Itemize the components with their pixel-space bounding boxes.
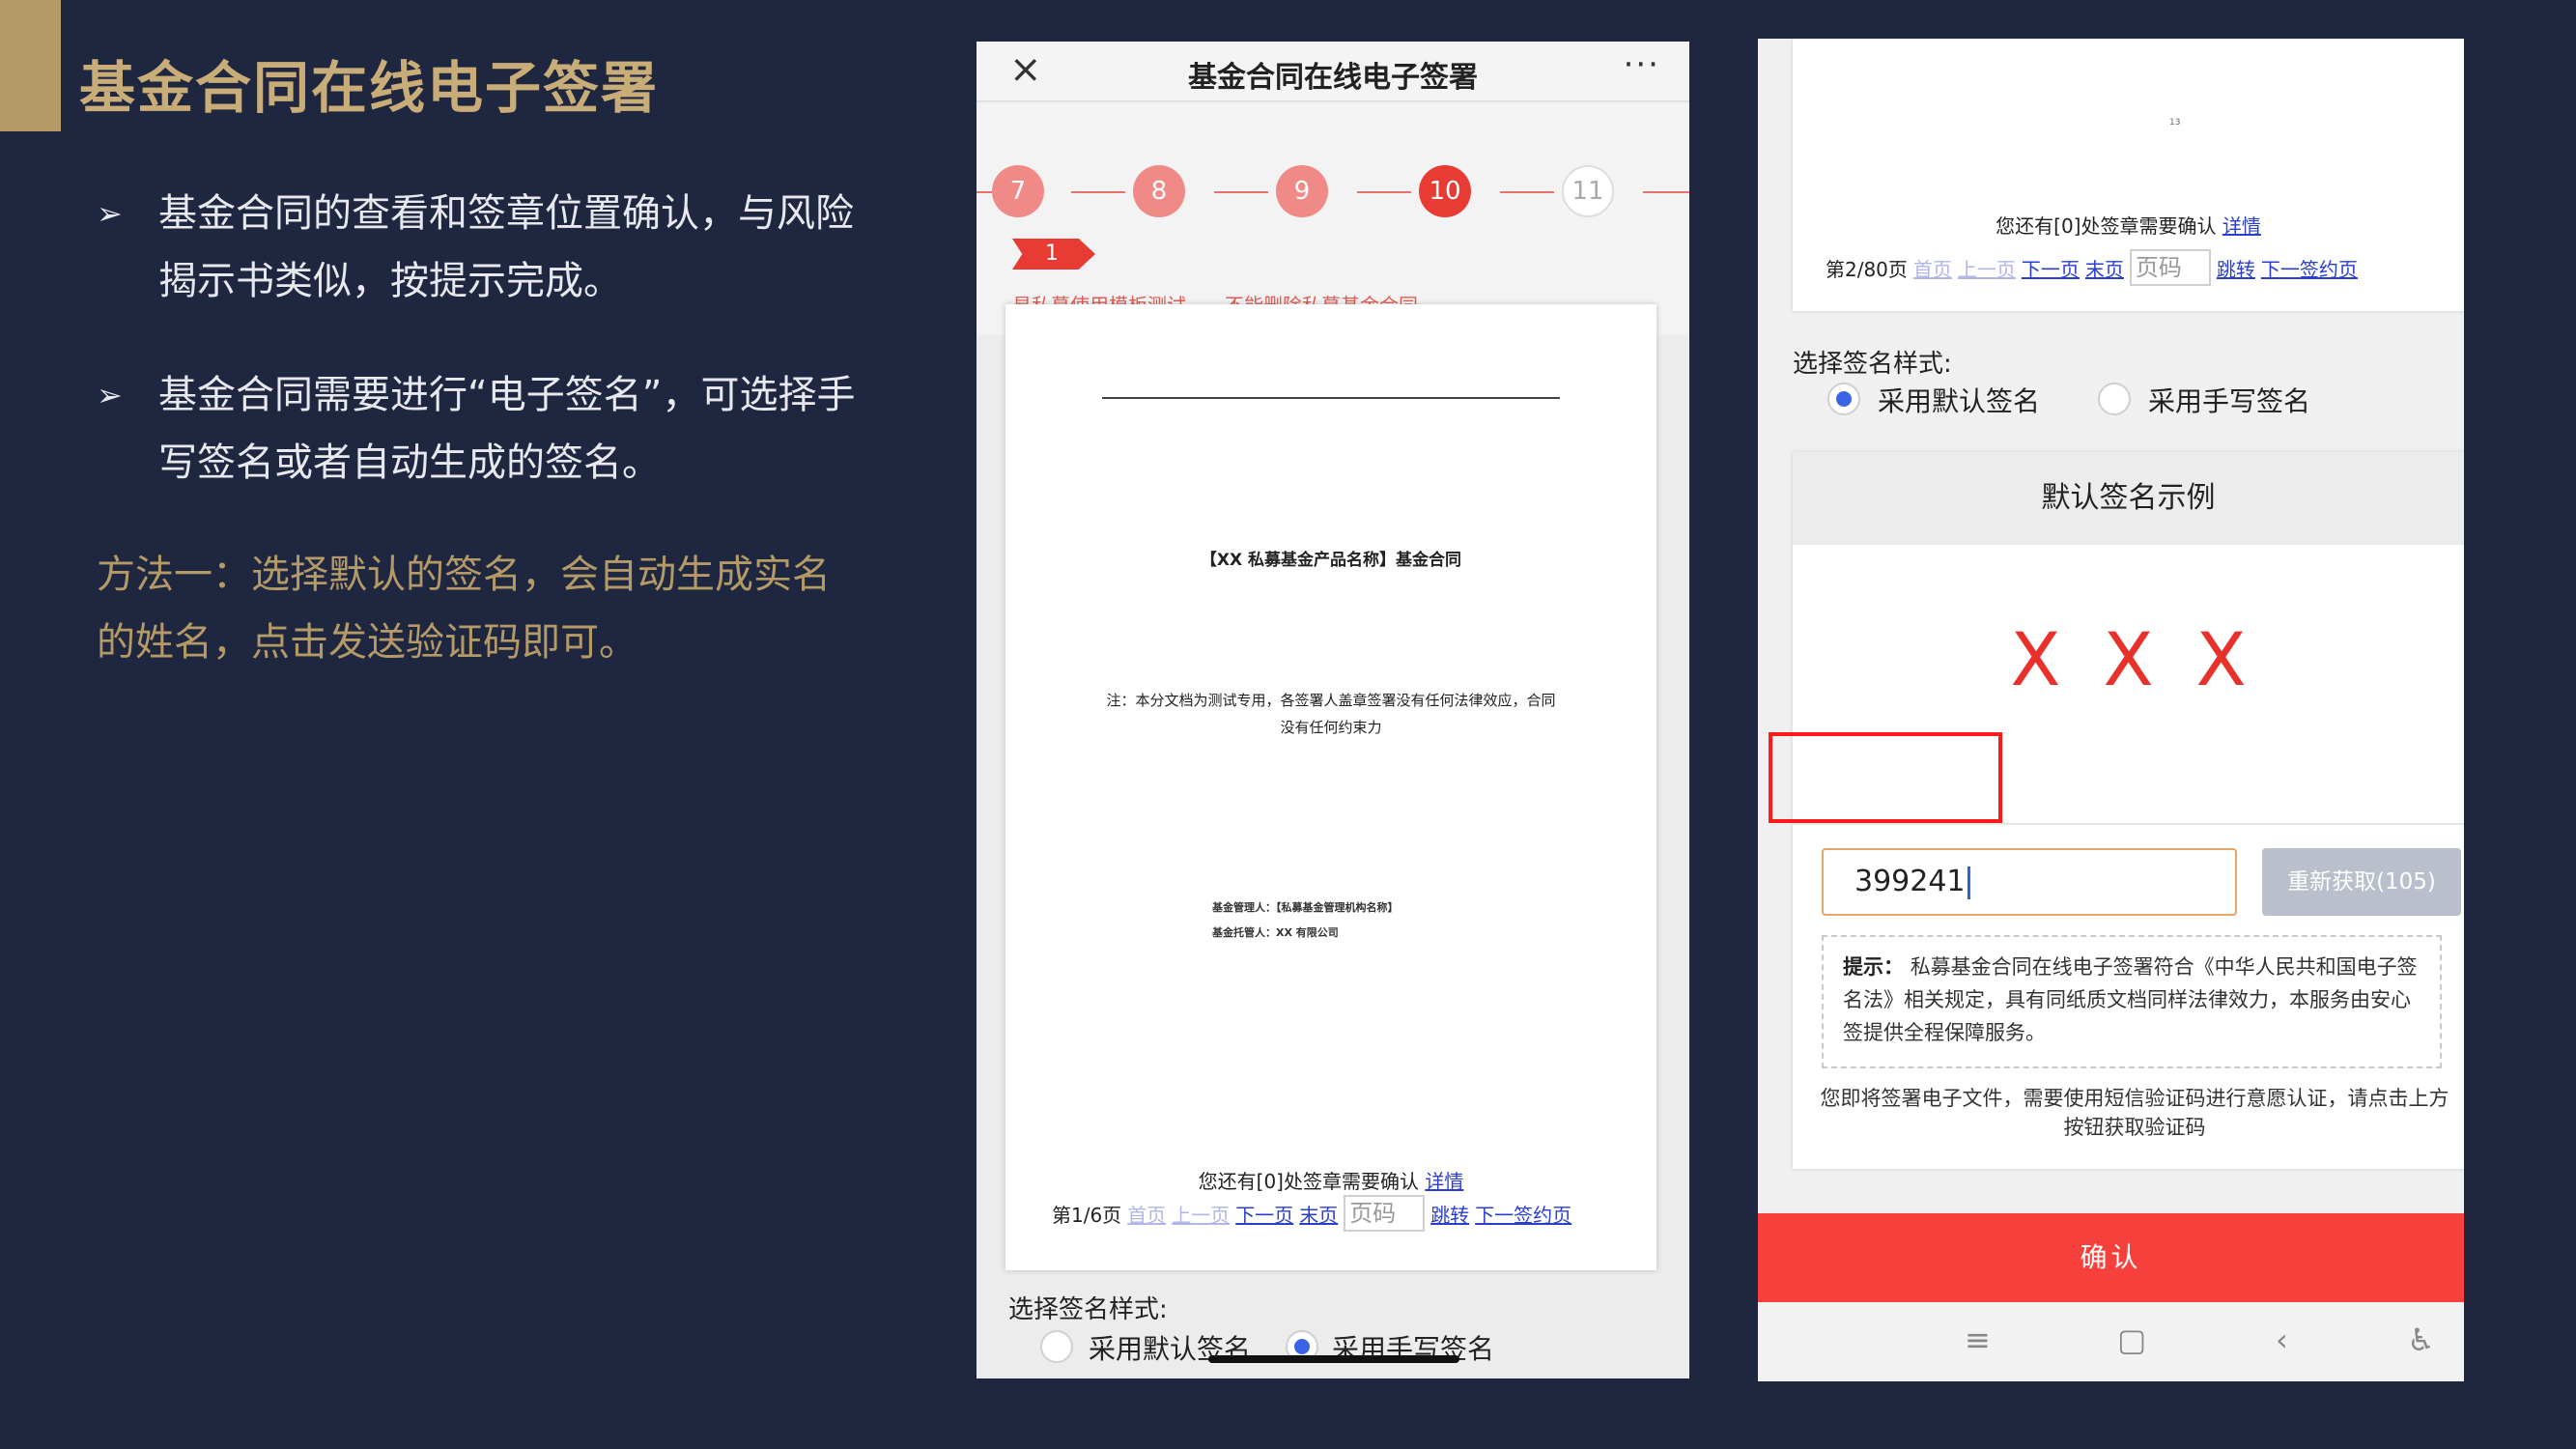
- step-9[interactable]: 9: [1276, 165, 1328, 217]
- confirm-button[interactable]: 确认: [1758, 1213, 2464, 1302]
- remaining-seals-text: 您还有[0]处签章需要确认: [1198, 1170, 1419, 1193]
- next-sign-page-link[interactable]: 下一签约页: [1475, 1200, 1571, 1228]
- signature-style-label: 选择签名样式:: [1008, 1295, 1168, 1324]
- page-number-input[interactable]: 页码: [2129, 249, 2211, 286]
- step-connector: [1071, 191, 1125, 193]
- next-sign-page-link[interactable]: 下一签约页: [2261, 254, 2358, 282]
- bullet-text: 基金合同需要进行“电子签名”，可选择手写签名或者自动生成的签名。: [158, 373, 856, 485]
- doc-page-mark: 13: [2169, 118, 2181, 128]
- jump-link[interactable]: 跳转: [2217, 254, 2255, 282]
- page-indicator: 第1/6页: [1052, 1203, 1122, 1227]
- bullet-item: ➢ 基金合同需要进行“电子签名”，可选择手写签名或者自动生成的签名。: [97, 361, 860, 497]
- doc-custodian: 基金托管人：XX 有限公司: [1212, 926, 1339, 939]
- app-header: × 基金合同在线电子签署 ···: [977, 42, 1689, 101]
- verification-code-input[interactable]: 399241: [1822, 848, 2237, 916]
- step-connector: [977, 191, 992, 193]
- doc-parties: 基金管理人：【私募基金管理机构名称】 基金托管人：XX 有限公司: [1212, 895, 1399, 946]
- verification-code-value: 399241: [1854, 865, 1966, 898]
- last-page-link[interactable]: 末页: [1299, 1200, 1338, 1228]
- first-page-link[interactable]: 首页: [1913, 254, 1952, 282]
- remaining-seals: 您还有[0]处签章需要确认 详情: [1005, 1166, 1656, 1194]
- pager: 第2/80页 首页 上一页 下一页 末页 页码 跳转 下一签约页: [1826, 249, 2358, 286]
- bullet-text: 基金合同的查看和签章位置确认，与风险揭示书类似，按提示完成。: [158, 191, 854, 303]
- accessibility-icon[interactable]: ♿: [2407, 1321, 2435, 1358]
- next-page-link[interactable]: 下一页: [2022, 254, 2080, 282]
- step-10-active[interactable]: 10: [1419, 165, 1471, 217]
- more-icon[interactable]: ···: [1624, 45, 1660, 84]
- signature-sample: XXX: [2010, 616, 2289, 702]
- step-progress: 7 8 9 10 11 1 易私募使用模板测试——不能删除私募基金合同: [977, 103, 1689, 335]
- radio-default-label[interactable]: 采用默认签名: [1878, 381, 2040, 419]
- doc-note: 注：本分文档为测试专用，各签署人盖章签署没有任何法律效应，合同没有任何约束力: [1106, 692, 1556, 736]
- radio-handwritten-signature[interactable]: [2098, 383, 2131, 415]
- bullet-item: ➢ 基金合同的查看和签章位置确认，与风险揭示书类似，按提示完成。: [97, 180, 860, 315]
- next-page-link[interactable]: 下一页: [1235, 1200, 1293, 1228]
- bullet-arrow-icon: ➢: [97, 377, 123, 413]
- page-number-input[interactable]: 页码: [1344, 1195, 1426, 1232]
- slide-title: 基金合同在线电子签署: [79, 55, 660, 121]
- step-connector: [1643, 191, 1689, 193]
- step-connector: [1500, 191, 1554, 193]
- signature-sample-title: 默认签名示例: [1793, 452, 2464, 545]
- remaining-seals: 您还有[0]处签章需要确认 详情: [1793, 211, 2464, 239]
- sub-step-flag: 1: [1012, 239, 1095, 270]
- phone-screenshot-signature: 13 您还有[0]处签章需要确认 详情 第2/80页 首页 上一页 下一页 末页…: [1758, 39, 2464, 1381]
- method-description: 方法一：选择默认的签名，会自动生成实名的姓名，点击发送验证码即可。: [97, 553, 831, 665]
- step-11[interactable]: 11: [1562, 165, 1614, 217]
- app-title: 基金合同在线电子签署: [1188, 61, 1478, 95]
- prev-page-link[interactable]: 上一页: [1958, 254, 2016, 282]
- first-page-link[interactable]: 首页: [1127, 1200, 1166, 1228]
- doc-title: 【XX 私募基金产品名称】基金合同: [1200, 551, 1462, 570]
- doc-header-line: [1102, 397, 1560, 399]
- back-icon[interactable]: ‹: [2276, 1321, 2288, 1358]
- page-indicator: 第2/80页: [1826, 257, 1908, 281]
- resend-code-button[interactable]: 重新获取(105): [2262, 848, 2461, 916]
- step-8[interactable]: 8: [1133, 165, 1185, 217]
- jump-link[interactable]: 跳转: [1430, 1200, 1469, 1228]
- bullet-arrow-icon: ➢: [97, 195, 123, 232]
- sms-verification-note: 您即将签署电子文件，需要使用短信验证码进行意愿认证，请点击上方按钮获取验证码: [1820, 1087, 2449, 1139]
- phone-screenshot-contract: × 基金合同在线电子签署 ··· 7 8 9 10 11 1 易私募使用模板测试…: [977, 42, 1689, 1378]
- radio-default-signature[interactable]: [1040, 1330, 1073, 1363]
- doc-manager: 基金管理人：【私募基金管理机构名称】: [1212, 901, 1399, 914]
- tip-text: 私募基金合同在线电子签署符合《中华人民共和国电子签名法》相关规定，具有同纸质文档…: [1843, 955, 2418, 1044]
- tip-label: 提示：: [1843, 955, 1904, 979]
- details-link[interactable]: 详情: [1425, 1170, 1463, 1193]
- title-accent-bar: [0, 0, 61, 131]
- details-link[interactable]: 详情: [2222, 214, 2261, 238]
- last-page-link[interactable]: 末页: [2085, 254, 2124, 282]
- contract-document-page[interactable]: 【XX 私募基金产品名称】基金合同 注：本分文档为测试专用，各签署人盖章签署没有…: [1005, 304, 1656, 1270]
- signature-style-label: 选择签名样式:: [1793, 350, 1952, 379]
- radio-default-signature[interactable]: [1827, 383, 1860, 415]
- menu-icon[interactable]: ≡: [1965, 1321, 1991, 1358]
- remaining-seals-text: 您还有[0]处签章需要确认: [1996, 214, 2217, 238]
- step-connector: [1357, 191, 1411, 193]
- home-icon[interactable]: ▢: [2117, 1321, 2146, 1358]
- contract-document-page[interactable]: 13 您还有[0]处签章需要确认 详情 第2/80页 首页 上一页 下一页 末页…: [1793, 39, 2464, 311]
- home-indicator: [1208, 1355, 1459, 1363]
- text-caret: [1967, 866, 1970, 899]
- radio-handwritten-label[interactable]: 采用手写签名: [2148, 381, 2310, 419]
- pager: 第1/6页 首页 上一页 下一页 末页 页码 跳转 下一签约页: [1052, 1195, 1571, 1232]
- step-7[interactable]: 7: [992, 165, 1044, 217]
- legal-tip-box: 提示： 私募基金合同在线电子签署符合《中华人民共和国电子签名法》相关规定，具有同…: [1822, 935, 2442, 1068]
- highlight-box: [1769, 732, 2002, 823]
- prev-page-link[interactable]: 上一页: [1172, 1200, 1230, 1228]
- system-nav-bar: ≡ ▢ ‹ ♿: [1758, 1302, 2464, 1381]
- step-connector: [1214, 191, 1268, 193]
